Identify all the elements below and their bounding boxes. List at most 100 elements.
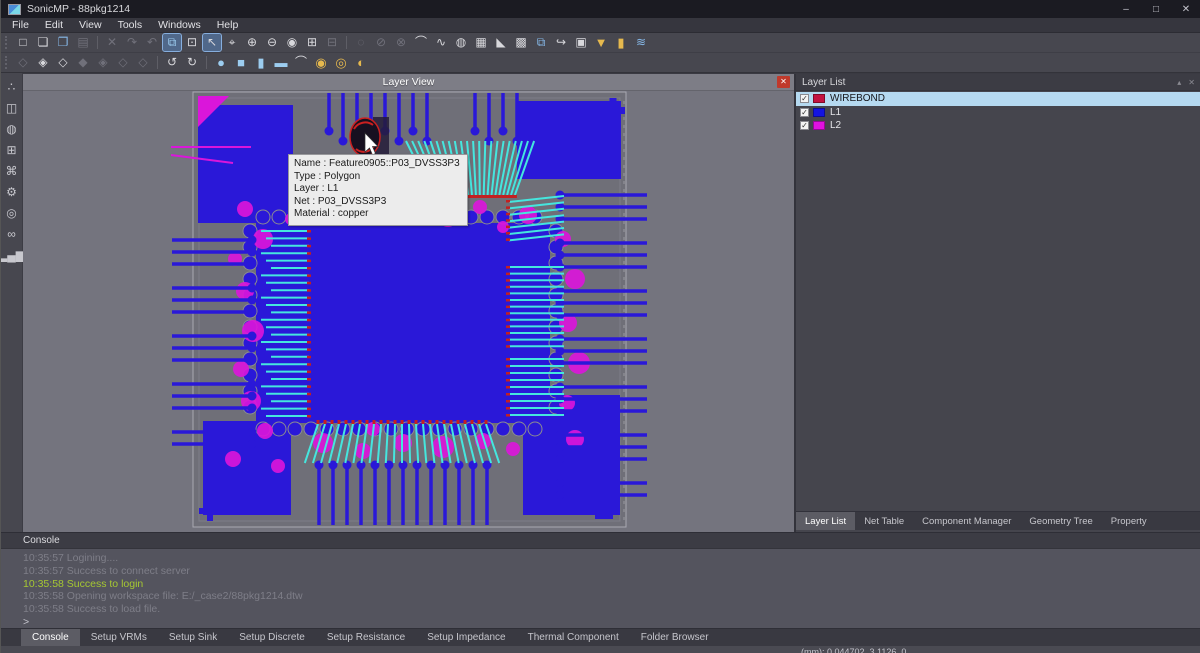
maximize-button[interactable]: □ <box>1141 0 1171 18</box>
wire-cube-nodes-icon[interactable]: ◈ <box>34 54 52 71</box>
bottom-tab-console[interactable]: Console <box>21 629 80 646</box>
components-icon[interactable]: ⊞ <box>2 140 22 159</box>
layer-color-swatch[interactable] <box>813 108 825 117</box>
panel-tab-component-manager[interactable]: Component Manager <box>913 512 1020 530</box>
boolean-subtract-icon[interactable]: ◐ <box>352 54 370 71</box>
menu-windows[interactable]: Windows <box>150 19 209 31</box>
arc-tool-icon[interactable]: ⌒ <box>412 34 430 51</box>
menu-tools[interactable]: Tools <box>110 19 151 31</box>
app-window: SonicMP - 88pkg1214 – □ ✕ FileEditViewTo… <box>0 0 1200 653</box>
sphere-primitive-icon[interactable]: ● <box>212 54 230 71</box>
venn-icon[interactable]: ∞ <box>2 224 22 243</box>
cylinder-primitive-icon[interactable]: ▮ <box>252 54 270 71</box>
zoom-out-icon[interactable]: ⊖ <box>263 34 281 51</box>
ruler-triangle-icon[interactable]: ◣ <box>492 34 510 51</box>
panel-pin-icon[interactable]: ▴ <box>1177 78 1181 87</box>
pcb-canvas[interactable]: Name : Feature0905::P03_DVSS3P3Type : Po… <box>23 91 794 532</box>
probe-icon: ⊘ <box>372 34 390 51</box>
mold-cap-icon[interactable]: ▼ <box>592 34 610 51</box>
tooltip-line: Type : Polygon <box>294 171 460 184</box>
layer-stack-icon[interactable]: ≋ <box>632 34 650 51</box>
undo-icon: ↶ <box>143 34 161 51</box>
console-line: 10:35:58 Opening workspace file: E:/_cas… <box>23 590 1200 603</box>
select-region-icon[interactable]: ⊡ <box>183 34 201 51</box>
select-cursor-icon[interactable]: ↖ <box>203 34 221 51</box>
package-3d-icon[interactable]: ◍ <box>2 119 22 138</box>
layer-name: WIREBOND <box>830 93 885 104</box>
menu-help[interactable]: Help <box>209 19 247 31</box>
wire-route-icon[interactable]: ↪ <box>552 34 570 51</box>
panel-tab-property[interactable]: Property <box>1102 512 1156 530</box>
layer-row-wirebond[interactable]: ✓ WIREBOND <box>796 92 1200 106</box>
fit-view-icon[interactable]: ⊞ <box>303 34 321 51</box>
cube-primitive-icon[interactable]: ■ <box>232 54 250 71</box>
bottom-tab-thermal-component[interactable]: Thermal Component <box>517 629 630 646</box>
boolean-union-icon[interactable]: ◉ <box>312 54 330 71</box>
zoom-in-icon[interactable]: ⊕ <box>243 34 261 51</box>
bottom-tab-setup-discrete[interactable]: Setup Discrete <box>228 629 316 646</box>
bottom-tab-setup-resistance[interactable]: Setup Resistance <box>316 629 416 646</box>
menu-file[interactable]: File <box>4 19 37 31</box>
layer-row-l2[interactable]: ✓ L2 <box>796 119 1200 133</box>
orbit-icon[interactable]: ◎ <box>2 203 22 222</box>
layer-color-swatch[interactable] <box>813 94 825 103</box>
panel-tab-layer-list[interactable]: Layer List <box>796 512 855 530</box>
layer-view-titlebar[interactable]: Layer View ✕ <box>23 74 794 91</box>
tooltip-line: Net : P03_DVSS3P3 <box>294 196 460 209</box>
layer-list-title: Layer List <box>802 77 845 88</box>
panel-tab-net-table[interactable]: Net Table <box>855 512 913 530</box>
layer-name: L2 <box>830 120 841 131</box>
stamp-icon: ⊗ <box>392 34 410 51</box>
panel-close-icon[interactable]: ✕ <box>1188 78 1195 87</box>
minimize-button[interactable]: – <box>1111 0 1141 18</box>
layout-panes-icon[interactable]: ◫ <box>2 98 22 117</box>
die-bar-icon[interactable]: ▮ <box>612 34 630 51</box>
copy-layers-icon[interactable]: ⧉ <box>532 34 550 51</box>
solid-cube-icon: ◆ <box>74 54 92 71</box>
box-primitive-icon[interactable]: ▬ <box>272 54 290 71</box>
new-file-icon[interactable]: □ <box>14 34 32 51</box>
layer-visibility-checkbox[interactable]: ✓ <box>800 94 809 103</box>
boolean-intersect-icon[interactable]: ◎ <box>332 54 350 71</box>
layer-visibility-checkbox[interactable]: ✓ <box>800 108 809 117</box>
layer-list-panel: Layer List ▴✕ ✓WIREBOND✓L1✓L2 Layer List… <box>796 74 1200 532</box>
hierarchy-icon[interactable]: ⌘ <box>2 161 22 180</box>
toolbar-main: □❏❐▤✕↷↶⧉⊡↖⌖⊕⊖◉⊞⊟◌⊘⊗⌒∿◍▦◣▩⧉↪▣▼▮≋ <box>1 33 1200 53</box>
wire-cube-solid-icon[interactable]: ◇ <box>54 54 72 71</box>
rotate-right-icon[interactable]: ↻ <box>183 54 201 71</box>
import-file-icon[interactable]: ❐ <box>54 34 72 51</box>
project-group-icon[interactable]: ∴ <box>2 77 22 96</box>
bottom-tab-setup-sink[interactable]: Setup Sink <box>158 629 228 646</box>
grid-table-icon[interactable]: ▩ <box>512 34 530 51</box>
layer-row-l1[interactable]: ✓L1 <box>796 106 1200 120</box>
arc-pipe-icon[interactable]: ⌒ <box>292 54 310 71</box>
bottom-tab-setup-impedance[interactable]: Setup Impedance <box>416 629 516 646</box>
layer-color-swatch[interactable] <box>813 121 825 130</box>
settings-gear-icon[interactable]: ⚙ <box>2 182 22 201</box>
pattern-fill-icon[interactable]: ▦ <box>472 34 490 51</box>
menu-view[interactable]: View <box>71 19 110 31</box>
layer-visibility-checkbox[interactable]: ✓ <box>800 121 809 130</box>
window-controls: – □ ✕ <box>1111 0 1200 18</box>
layers-view-icon[interactable]: ⧉ <box>163 34 181 51</box>
toolbar-separator <box>206 56 207 69</box>
tooltip-line: Name : Feature0905::P03_DVSS3P3 <box>294 158 460 171</box>
bottom-tab-folder-browser[interactable]: Folder Browser <box>630 629 720 646</box>
globe-icon[interactable]: ◍ <box>452 34 470 51</box>
console-line: > <box>23 616 1200 629</box>
panel-tab-geometry-tree[interactable]: Geometry Tree <box>1020 512 1101 530</box>
close-button[interactable]: ✕ <box>1171 0 1200 18</box>
toolbar-separator <box>157 56 158 69</box>
polyline-tool-icon[interactable]: ∿ <box>432 34 450 51</box>
menu-edit[interactable]: Edit <box>37 19 71 31</box>
open-file-icon[interactable]: ❏ <box>34 34 52 51</box>
origin-target-icon[interactable]: ⌖ <box>223 34 241 51</box>
bottom-tab-setup-vrms[interactable]: Setup VRMs <box>80 629 158 646</box>
rotate-left-icon[interactable]: ↺ <box>163 54 181 71</box>
console-log[interactable]: 10:35:57 Logining....10:35:57 Success to… <box>1 549 1200 628</box>
fit-selection-icon: ⊟ <box>323 34 341 51</box>
histogram-icon[interactable]: ▂▄▆ <box>2 245 22 264</box>
layer-view-close-button[interactable]: ✕ <box>777 76 790 88</box>
clipboard-icon[interactable]: ▣ <box>572 34 590 51</box>
zoom-region-icon[interactable]: ◉ <box>283 34 301 51</box>
